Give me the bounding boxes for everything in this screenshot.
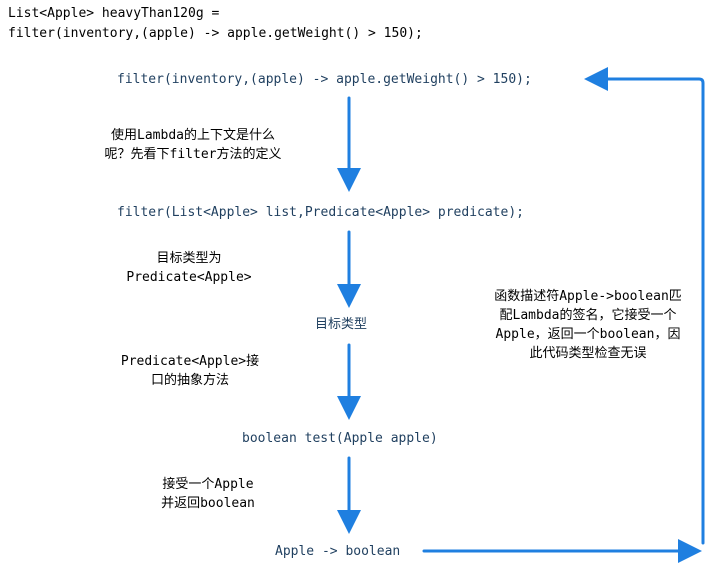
flow-arrows <box>337 0 705 563</box>
arrow-feedback-loop <box>422 79 705 553</box>
